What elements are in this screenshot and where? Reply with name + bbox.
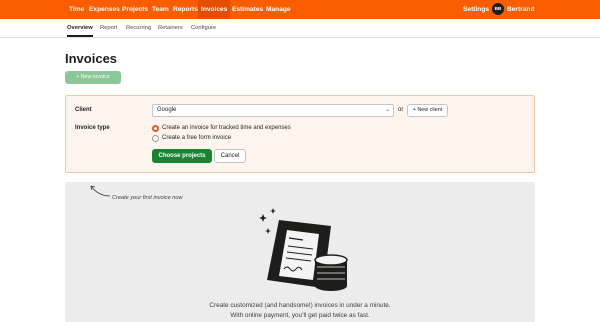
nav-estimates[interactable]: Estimates [232, 0, 263, 19]
chevron-down-icon: ⌄ [384, 107, 390, 113]
tab-retainers[interactable]: Retainers [158, 19, 183, 37]
nav-expenses[interactable]: Expenses [89, 0, 120, 19]
radio-free-form[interactable] [152, 135, 159, 142]
user-name[interactable]: Bertrand [507, 0, 534, 19]
nav-reports[interactable]: Reports [173, 0, 198, 19]
new-invoice-button[interactable]: + New invoice [65, 71, 121, 84]
radio-tracked-time[interactable] [152, 125, 159, 132]
sub-nav: Overview Report Recurring Retainers Conf… [0, 19, 600, 38]
tab-report[interactable]: Report [100, 19, 117, 37]
nav-manage[interactable]: Manage [266, 0, 291, 19]
nav-settings[interactable]: Settings [463, 0, 489, 19]
empty-state-line-1: Create customized (and handsome!) invoic… [209, 302, 391, 309]
tab-overview[interactable]: Overview [67, 19, 93, 37]
radio-free-form-label[interactable]: Create a free form invoice [162, 135, 231, 141]
tab-configure[interactable]: Configure [191, 19, 216, 37]
choose-projects-button[interactable]: Choose projects [152, 149, 212, 163]
or-text: or [398, 107, 404, 113]
new-client-button[interactable]: + New client [407, 104, 448, 117]
avatar[interactable]: BB [492, 3, 504, 15]
invoice-illustration [259, 208, 348, 291]
client-select-value: Google [157, 107, 177, 113]
nav-invoices[interactable]: Invoices [198, 0, 231, 19]
radio-tracked-time-label[interactable]: Create an invoice for tracked time and e… [162, 125, 291, 131]
cancel-button[interactable]: Cancel [214, 149, 246, 163]
nav-team[interactable]: Team [152, 0, 169, 19]
client-label: Client [75, 107, 92, 113]
page-title: Invoices [65, 51, 118, 66]
top-nav: Time Expenses Projects Team Reports Invo… [0, 0, 600, 19]
tab-recurring[interactable]: Recurring [126, 19, 151, 37]
invoice-type-label: Invoice type [75, 125, 110, 131]
empty-state-hint: Create your first invoice now [112, 195, 183, 201]
nav-projects[interactable]: Projects [122, 0, 148, 19]
curved-arrow-icon [90, 185, 111, 197]
nav-time[interactable]: Time [69, 0, 84, 19]
empty-state-line-2: With online payment, you’ll get paid twi… [230, 312, 370, 319]
client-select[interactable]: Google ⌄ [152, 104, 394, 117]
